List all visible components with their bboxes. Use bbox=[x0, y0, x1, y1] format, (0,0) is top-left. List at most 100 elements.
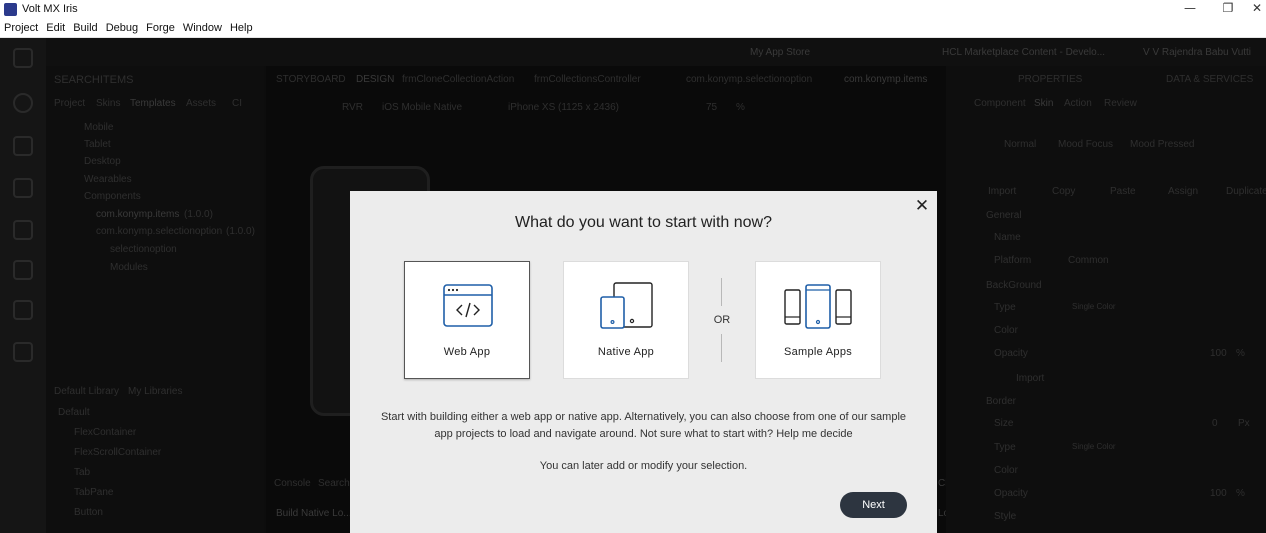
prop-value[interactable]: 100 bbox=[1210, 488, 1227, 499]
build-log-text: Build Native Lo... bbox=[276, 508, 352, 519]
library-item[interactable]: Tab bbox=[74, 467, 90, 478]
prop-value[interactable]: 0 bbox=[1212, 418, 1218, 429]
tree-item[interactable]: selectionoption bbox=[110, 244, 177, 255]
editor-tab[interactable]: frmCloneCollectionAction bbox=[402, 74, 514, 85]
editor-tab[interactable]: frmCollectionsController bbox=[534, 74, 641, 85]
user-name[interactable]: V V Rajendra Babu Vutti bbox=[1143, 47, 1251, 58]
prop-value[interactable]: 100 bbox=[1210, 348, 1227, 359]
document-icon[interactable] bbox=[13, 300, 33, 320]
or-separator: OR bbox=[713, 314, 731, 326]
menu-window[interactable]: Window bbox=[179, 22, 226, 34]
import-button[interactable]: Import bbox=[1016, 373, 1044, 384]
prop-value[interactable]: Single Color bbox=[1072, 442, 1116, 451]
menu-help[interactable]: Help bbox=[226, 22, 257, 34]
section-background[interactable]: BackGround bbox=[986, 280, 1042, 291]
library-tab-mine[interactable]: My Libraries bbox=[128, 386, 182, 397]
section-border[interactable]: Border bbox=[986, 396, 1016, 407]
tab-properties[interactable]: PROPERTIES bbox=[1018, 74, 1082, 85]
assign-action[interactable]: Assign bbox=[1168, 186, 1198, 197]
app-store-link[interactable]: My App Store bbox=[750, 47, 810, 58]
library-item[interactable]: FlexContainer bbox=[74, 427, 136, 438]
prop-value[interactable]: Common bbox=[1068, 255, 1109, 266]
sample-apps-label: Sample Apps bbox=[783, 346, 853, 358]
dashboard-icon[interactable] bbox=[13, 93, 33, 113]
tab-project[interactable]: Project bbox=[54, 98, 85, 109]
sample-apps-option[interactable]: Sample Apps bbox=[755, 261, 881, 379]
iris-logo-icon bbox=[13, 48, 33, 68]
tree-item[interactable]: Mobile bbox=[84, 122, 113, 133]
device-select[interactable]: iPhone XS (1125 x 2436) bbox=[508, 102, 619, 113]
prop-unit: % bbox=[1236, 348, 1245, 359]
settings-icon[interactable] bbox=[13, 136, 33, 156]
tab-design[interactable]: DESIGN bbox=[356, 74, 394, 85]
menu-forge[interactable]: Forge bbox=[142, 22, 179, 34]
dialog-title: What do you want to start with now? bbox=[514, 214, 772, 231]
library-tab-default[interactable]: Default Library bbox=[54, 386, 119, 397]
state-normal[interactable]: Normal bbox=[1004, 139, 1036, 150]
tree-item[interactable]: Tablet bbox=[84, 139, 111, 150]
tab-templates[interactable]: Templates bbox=[130, 98, 176, 109]
prop-label: Opacity bbox=[994, 488, 1028, 499]
tab-data-services[interactable]: DATA & SERVICES bbox=[1166, 74, 1253, 85]
play-icon[interactable] bbox=[13, 178, 33, 198]
prop-label: Opacity bbox=[994, 348, 1028, 359]
tree-item[interactable]: com.konymp.selectionoption bbox=[96, 226, 222, 237]
tree-item[interactable]: Desktop bbox=[84, 156, 121, 167]
prop-tab[interactable]: Skin bbox=[1034, 98, 1053, 109]
prop-label: Size bbox=[994, 418, 1014, 429]
menu-edit[interactable]: Edit bbox=[42, 22, 69, 34]
tree-item[interactable]: Wearables bbox=[84, 174, 132, 185]
tree-item[interactable]: Modules bbox=[110, 262, 148, 273]
library-item[interactable]: TabPane bbox=[74, 487, 113, 498]
prop-tab[interactable]: Action bbox=[1064, 98, 1092, 109]
import-action[interactable]: Import bbox=[988, 186, 1016, 197]
restore-button[interactable]: ❐ bbox=[1210, 0, 1246, 18]
list-icon[interactable] bbox=[13, 260, 33, 280]
minimize-button[interactable]: — bbox=[1172, 0, 1208, 18]
library-item[interactable]: FlexScrollContainer bbox=[74, 447, 161, 458]
paste-action[interactable]: Paste bbox=[1110, 186, 1136, 197]
section-general[interactable]: General bbox=[986, 210, 1022, 221]
chat-icon[interactable] bbox=[13, 342, 33, 362]
search-tab[interactable]: Search bbox=[318, 478, 350, 489]
prop-unit: Px bbox=[1238, 418, 1250, 429]
marketplace-link[interactable]: HCL Marketplace Content - Develo... bbox=[942, 47, 1105, 58]
next-button[interactable]: Next bbox=[840, 492, 907, 518]
library-item[interactable]: Button bbox=[74, 507, 103, 518]
tree-item[interactable]: com.konymp.items bbox=[96, 209, 179, 220]
left-rail bbox=[0, 38, 46, 533]
menu-project[interactable]: Project bbox=[0, 22, 42, 34]
state-pressed[interactable]: Mood Pressed bbox=[1130, 139, 1194, 150]
window-close-button[interactable]: ✕ bbox=[1248, 0, 1266, 18]
or-divider-top bbox=[721, 278, 722, 306]
menu-debug[interactable]: Debug bbox=[102, 22, 142, 34]
prop-label: Platform bbox=[994, 255, 1032, 266]
menu-build[interactable]: Build bbox=[69, 22, 101, 34]
duplicate-action[interactable]: Duplicate bbox=[1226, 186, 1266, 197]
tab-skins[interactable]: Skins bbox=[96, 98, 120, 109]
prop-tab[interactable]: Review bbox=[1104, 98, 1137, 109]
window-title: Volt MX Iris bbox=[22, 3, 78, 15]
tab-storyboard[interactable]: STORYBOARD bbox=[276, 74, 346, 85]
platform-select[interactable]: iOS Mobile Native bbox=[382, 102, 462, 113]
prop-label: Type bbox=[994, 442, 1016, 453]
editor-tab[interactable]: com.konymp.items bbox=[844, 74, 927, 85]
console-tab[interactable]: Console bbox=[274, 478, 311, 489]
toolbar-item[interactable]: RVR bbox=[342, 102, 363, 113]
native-app-option[interactable]: Native App bbox=[563, 261, 689, 379]
prop-tab[interactable]: Component bbox=[974, 98, 1026, 109]
zoom-value[interactable]: 75 bbox=[706, 102, 717, 113]
tab-assets[interactable]: Assets bbox=[186, 98, 216, 109]
state-focus[interactable]: Mood Focus bbox=[1058, 139, 1113, 150]
project-header[interactable]: SEARCHITEMS bbox=[54, 74, 133, 86]
edit-icon[interactable] bbox=[13, 220, 33, 240]
editor-tab[interactable]: com.konymp.selectionoption bbox=[686, 74, 812, 85]
copy-action[interactable]: Copy bbox=[1052, 186, 1075, 197]
dialog-close-button[interactable]: ✕ bbox=[913, 197, 931, 215]
web-app-option[interactable]: Web App bbox=[404, 261, 530, 379]
tab-ci[interactable]: CI bbox=[232, 98, 242, 109]
prop-value[interactable]: Single Color bbox=[1072, 302, 1116, 311]
library-group[interactable]: Default bbox=[58, 407, 90, 418]
tree-item[interactable]: Components bbox=[84, 191, 141, 202]
web-app-icon bbox=[443, 284, 493, 327]
